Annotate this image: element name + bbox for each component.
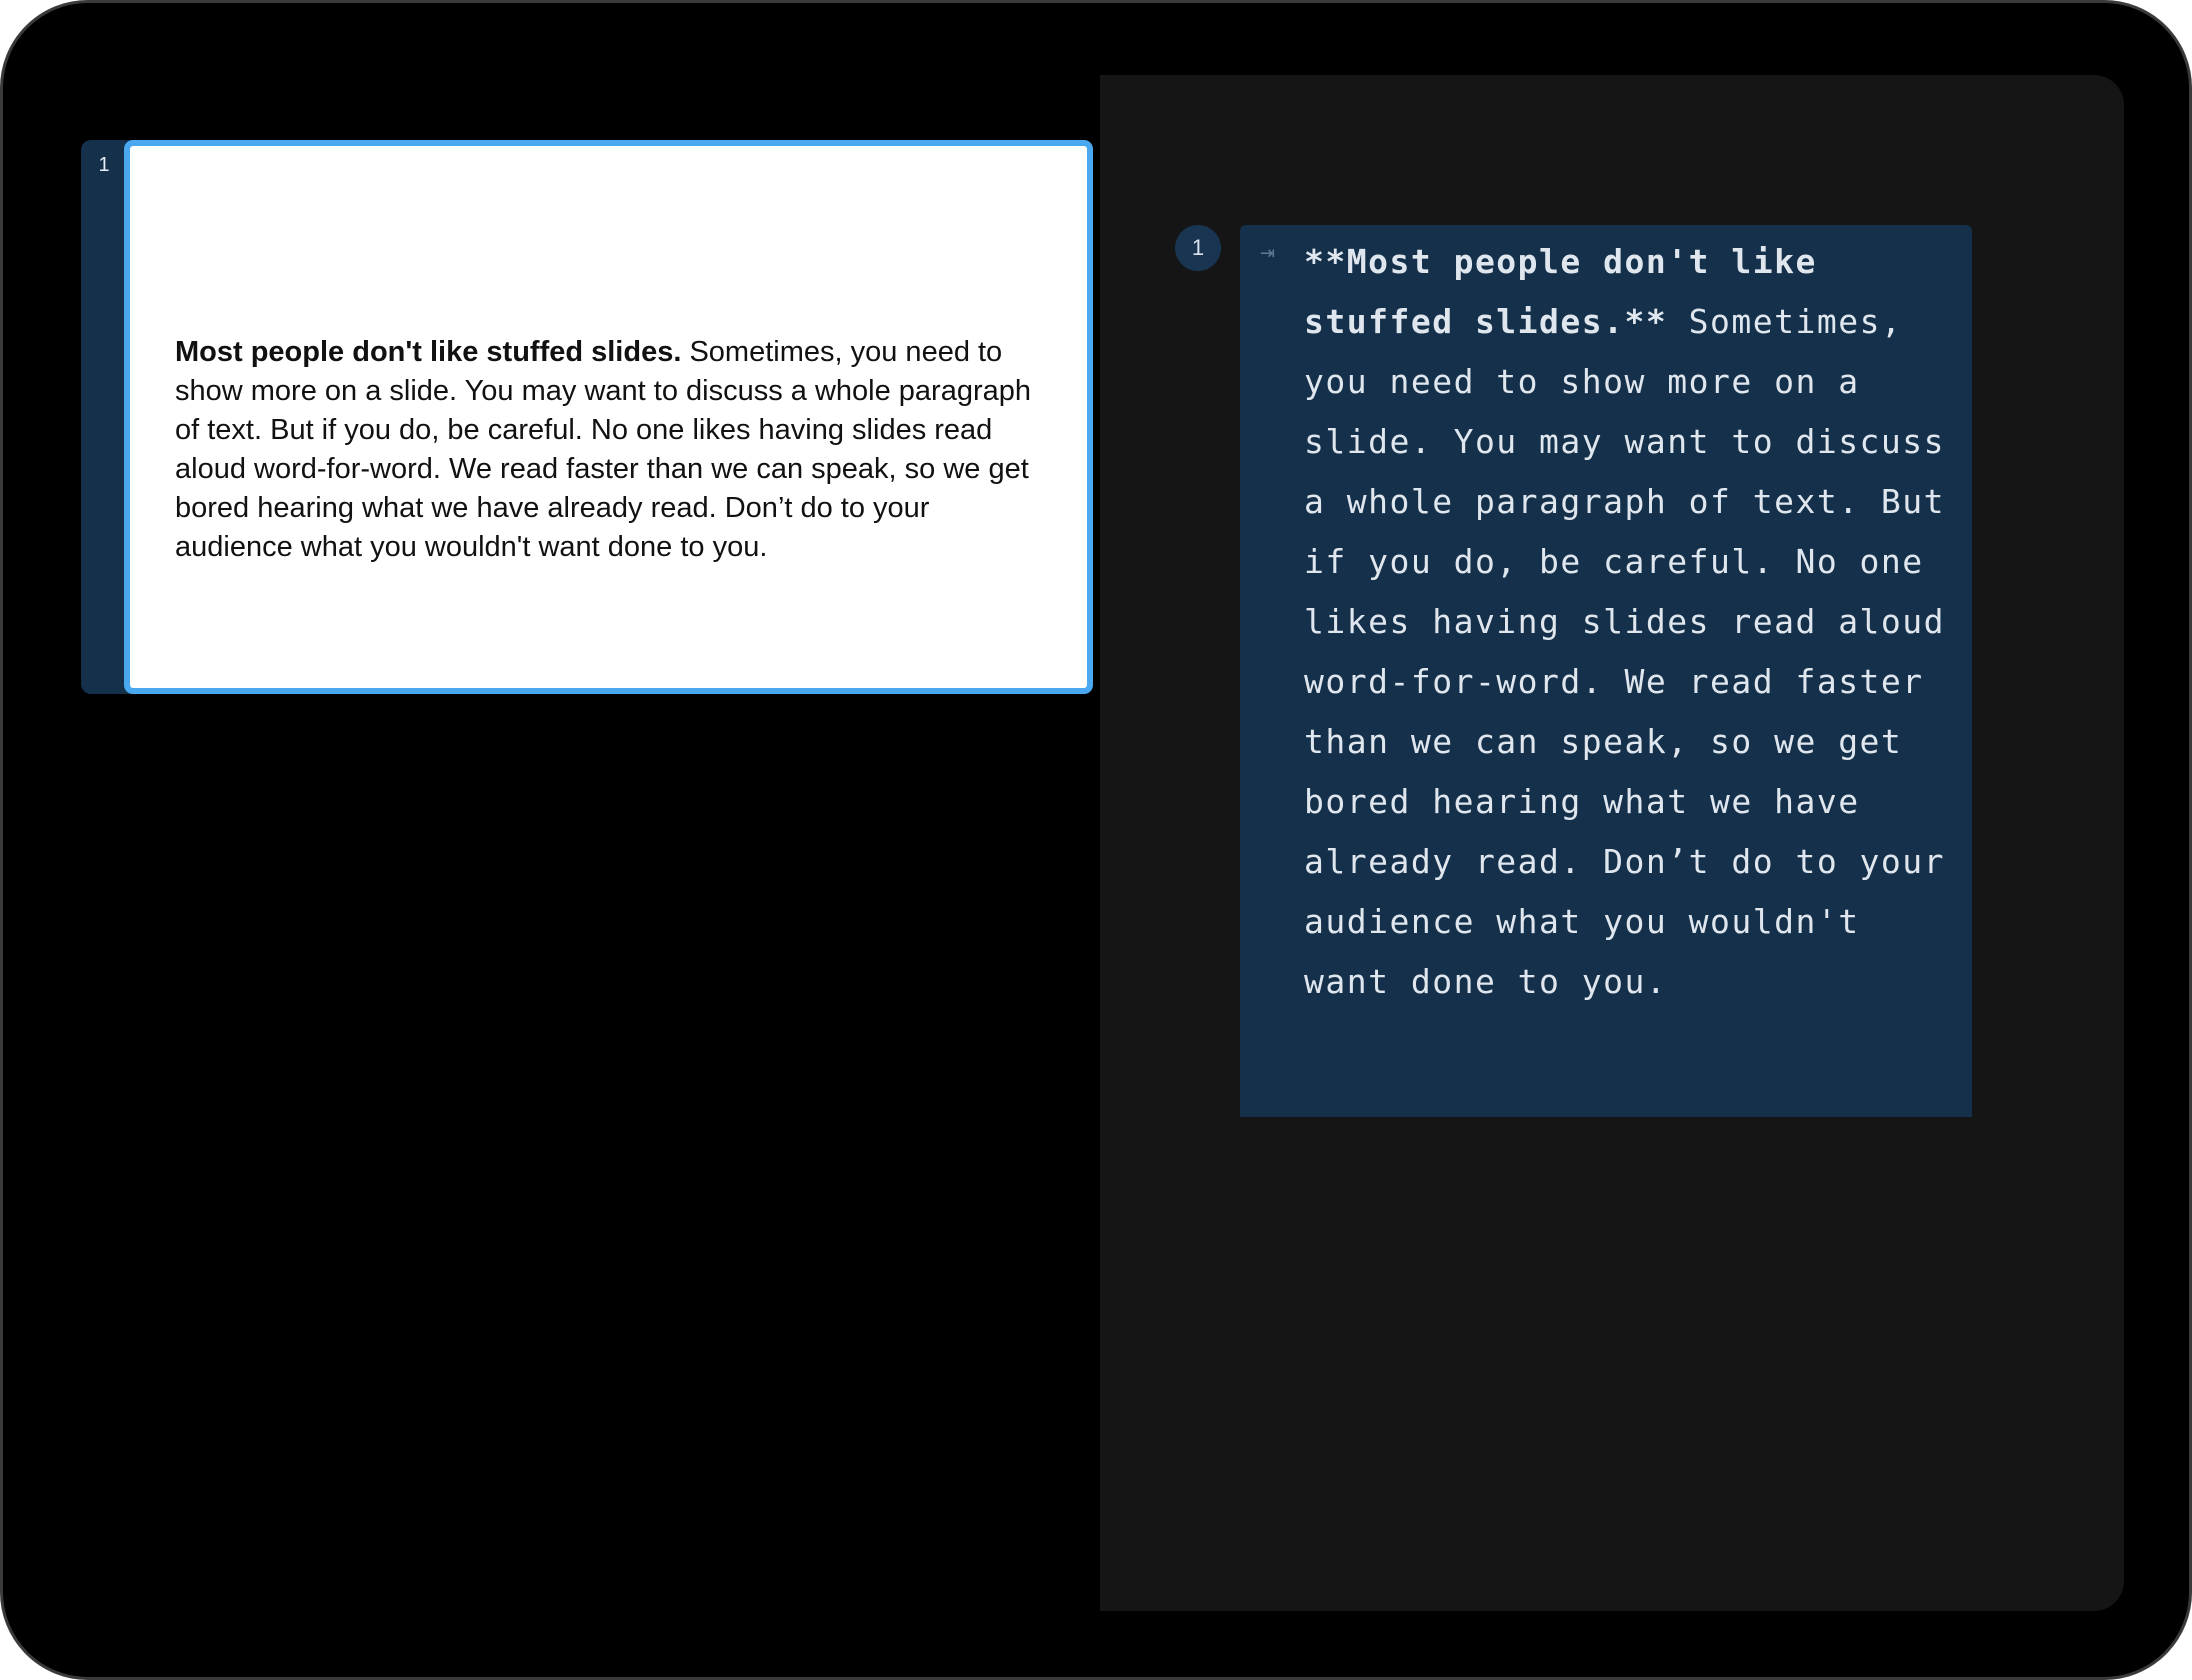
slide-navigator-item[interactable]: 1 Most people don't like stuffed slides.…: [81, 140, 1093, 694]
markdown-text[interactable]: **Most people don't like stuffed slides.…: [1304, 232, 1964, 1012]
block-number-badge[interactable]: 1: [1175, 225, 1221, 271]
slide-text: Most people don't like stuffed slides. S…: [175, 333, 1055, 567]
slide-number: 1: [98, 154, 110, 176]
slide-text-body: Sometimes, you need to show more on a sl…: [175, 336, 1031, 563]
slide-thumbnail-selected[interactable]: Most people don't like stuffed slides. S…: [124, 140, 1093, 694]
markdown-body-text: Sometimes, you need to show more on a sl…: [1304, 302, 1946, 1001]
slide-text-bold: Most people don't like stuffed slides.: [175, 336, 682, 368]
indent-icon[interactable]: ⇥: [1260, 243, 1275, 264]
editor-panel: 1 ⇥ **Most people don't like stuffed sli…: [1100, 75, 2124, 1611]
tablet-screen: 1 Most people don't like stuffed slides.…: [0, 0, 2192, 1680]
markdown-text-block[interactable]: ⇥ **Most people don't like stuffed slide…: [1240, 225, 1972, 1117]
